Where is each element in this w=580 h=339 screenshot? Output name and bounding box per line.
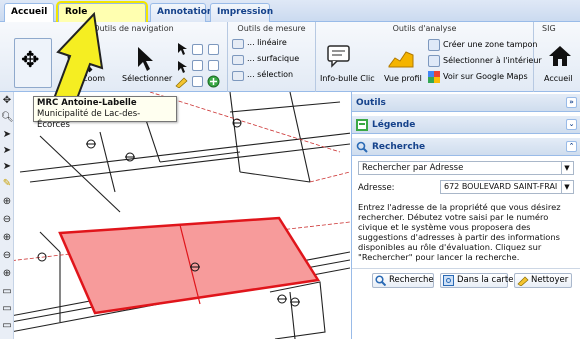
tooltip-title: MRC Antoine-Labelle [37, 98, 137, 108]
map-icon [443, 275, 454, 286]
ruler-surface-icon[interactable]: ▭ [1, 303, 13, 315]
outils-header[interactable]: Outils » [352, 94, 580, 112]
zoom-previous-icon[interactable]: ⊖ [1, 250, 13, 262]
profile-chart-icon[interactable] [388, 46, 414, 68]
select-arrow-icon[interactable]: ➤ [1, 129, 13, 141]
collapse-chevron-icon[interactable]: ⌄ [566, 119, 577, 130]
zoom-full-icon[interactable]: ⊕ [1, 268, 13, 280]
pencil-icon[interactable]: ✎ [1, 178, 13, 190]
google-maps-icon [428, 71, 440, 83]
search-icon [375, 275, 386, 286]
in-map-button[interactable]: Dans la carte [440, 273, 513, 288]
measure-selection-button[interactable]: ... sélection [247, 70, 293, 79]
zoom-in-icon[interactable]: ⊕ [1, 196, 13, 208]
address-input[interactable]: 672 BOULEVARD SAINT-FRAI ▼ [440, 180, 574, 194]
tooltip-subtitle: Municipalité de Lac-des-Écorces [37, 109, 141, 130]
group-sig-title: SIG [542, 24, 556, 33]
group-measure-title: Outils de mesure [237, 24, 306, 33]
map-tooltip: MRC Antoine-Labelle Municipalité de Lac-… [33, 96, 177, 130]
collapse-up-icon[interactable]: ⌃ [566, 141, 577, 152]
group-navigation: Outils de navigation ✥ Zoom Sélectionner [0, 22, 228, 92]
group-analysis-title: Outils d'analyse [392, 24, 457, 33]
zoom-icon[interactable]: 🔍︎ [1, 112, 14, 124]
pan-icon[interactable]: ✥ [1, 95, 13, 107]
create-zone-button[interactable]: Créer une zone tampon [443, 40, 537, 49]
divider [352, 268, 580, 269]
zoom-previous-icon[interactable] [192, 76, 203, 87]
legende-header[interactable]: Légende ⌄ [352, 116, 580, 134]
tab-impression[interactable]: Impression [210, 3, 273, 22]
broom-icon [517, 276, 529, 286]
zoom-extent-icon[interactable] [208, 60, 219, 71]
search-button[interactable]: Recherche [372, 273, 434, 288]
buffer-zone-icon [428, 39, 440, 51]
speech-bubble-icon[interactable] [326, 44, 352, 68]
ruler-linear-icon [232, 39, 244, 49]
ruler-linear-icon[interactable]: ▭ [1, 286, 13, 298]
expand-icon[interactable]: » [566, 97, 577, 108]
recherche-header[interactable]: Recherche ⌃ [352, 138, 580, 156]
profile-label: Vue profil [384, 74, 422, 83]
search-type-select[interactable]: Rechercher par Adresse ▼ [358, 161, 574, 175]
outils-title: Outils [356, 98, 386, 108]
zoom-out-icon[interactable]: ⊖ [1, 214, 13, 226]
search-type-value: Rechercher par Adresse [362, 163, 464, 173]
in-map-button-label: Dans la carte [457, 275, 514, 285]
address-value: 672 BOULEVARD SAINT-FRAI [444, 182, 558, 191]
ruler-selection-icon [232, 71, 244, 81]
zoom-box-icon[interactable]: ⊕ [1, 232, 13, 244]
svg-text:✥: ✥ [21, 48, 39, 73]
search-icon [356, 141, 368, 153]
tab-annotation[interactable]: Annotation [150, 3, 213, 22]
select-minus-icon[interactable]: ➤ [1, 161, 13, 173]
select-inside-button[interactable]: Sélectionner à l'intérieur [443, 56, 542, 65]
select-minus-icon[interactable] [176, 60, 188, 74]
zoom-box-icon[interactable] [192, 60, 203, 71]
measure-surface-button[interactable]: ... surfacique [247, 54, 299, 63]
side-panel: Outils » Légende ⌄ Recherche ⌃ Recherche… [351, 92, 580, 339]
recherche-title: Recherche [372, 142, 426, 152]
select-label: Sélectionner [122, 74, 173, 83]
group-sig: SIG Accueil [534, 22, 580, 92]
clear-button-label: Nettoyer [531, 275, 569, 285]
google-maps-button[interactable]: Voir sur Google Maps [443, 72, 528, 81]
group-analysis: Outils d'analyse Info-bulle Clic Vue pro… [316, 22, 542, 92]
legend-icon [356, 119, 368, 131]
infobulle-label: Info-bulle Clic [320, 74, 375, 83]
home-icon[interactable] [548, 44, 572, 68]
ruler-surface-icon [232, 55, 244, 65]
ruler-selection-icon[interactable]: ▭ [1, 320, 13, 332]
legende-title: Légende [372, 120, 416, 130]
clear-button[interactable]: Nettoyer [514, 273, 572, 288]
select-plus-icon[interactable]: ➤ [1, 145, 13, 157]
group-measure: Outils de mesure ... linéaire ... surfac… [228, 22, 316, 92]
measure-linear-button[interactable]: ... linéaire [247, 38, 287, 47]
pencil-icon[interactable] [175, 76, 189, 88]
chevron-down-icon[interactable]: ▼ [561, 162, 572, 174]
zoom-in-icon[interactable] [192, 44, 203, 55]
select-inside-icon [428, 55, 440, 67]
home-label: Accueil [544, 74, 573, 83]
select-arrow-icon[interactable] [135, 46, 155, 72]
search-help-text: Entrez l'adresse de la propriété que vou… [358, 202, 561, 262]
search-button-label: Recherche [389, 275, 434, 285]
map-tool-sidebar: ✥ 🔍︎ ➤ ➤ ➤ ✎ ⊕ ⊖ ⊕ ⊖ ⊕ ▭ ▭ ▭ [0, 92, 14, 339]
chevron-down-icon[interactable]: ▼ [561, 181, 572, 193]
zoom-full-icon[interactable] [207, 75, 220, 88]
address-label: Adresse: [358, 183, 395, 193]
select-plus-icon[interactable] [176, 42, 188, 56]
zoom-out-icon[interactable] [208, 44, 219, 55]
